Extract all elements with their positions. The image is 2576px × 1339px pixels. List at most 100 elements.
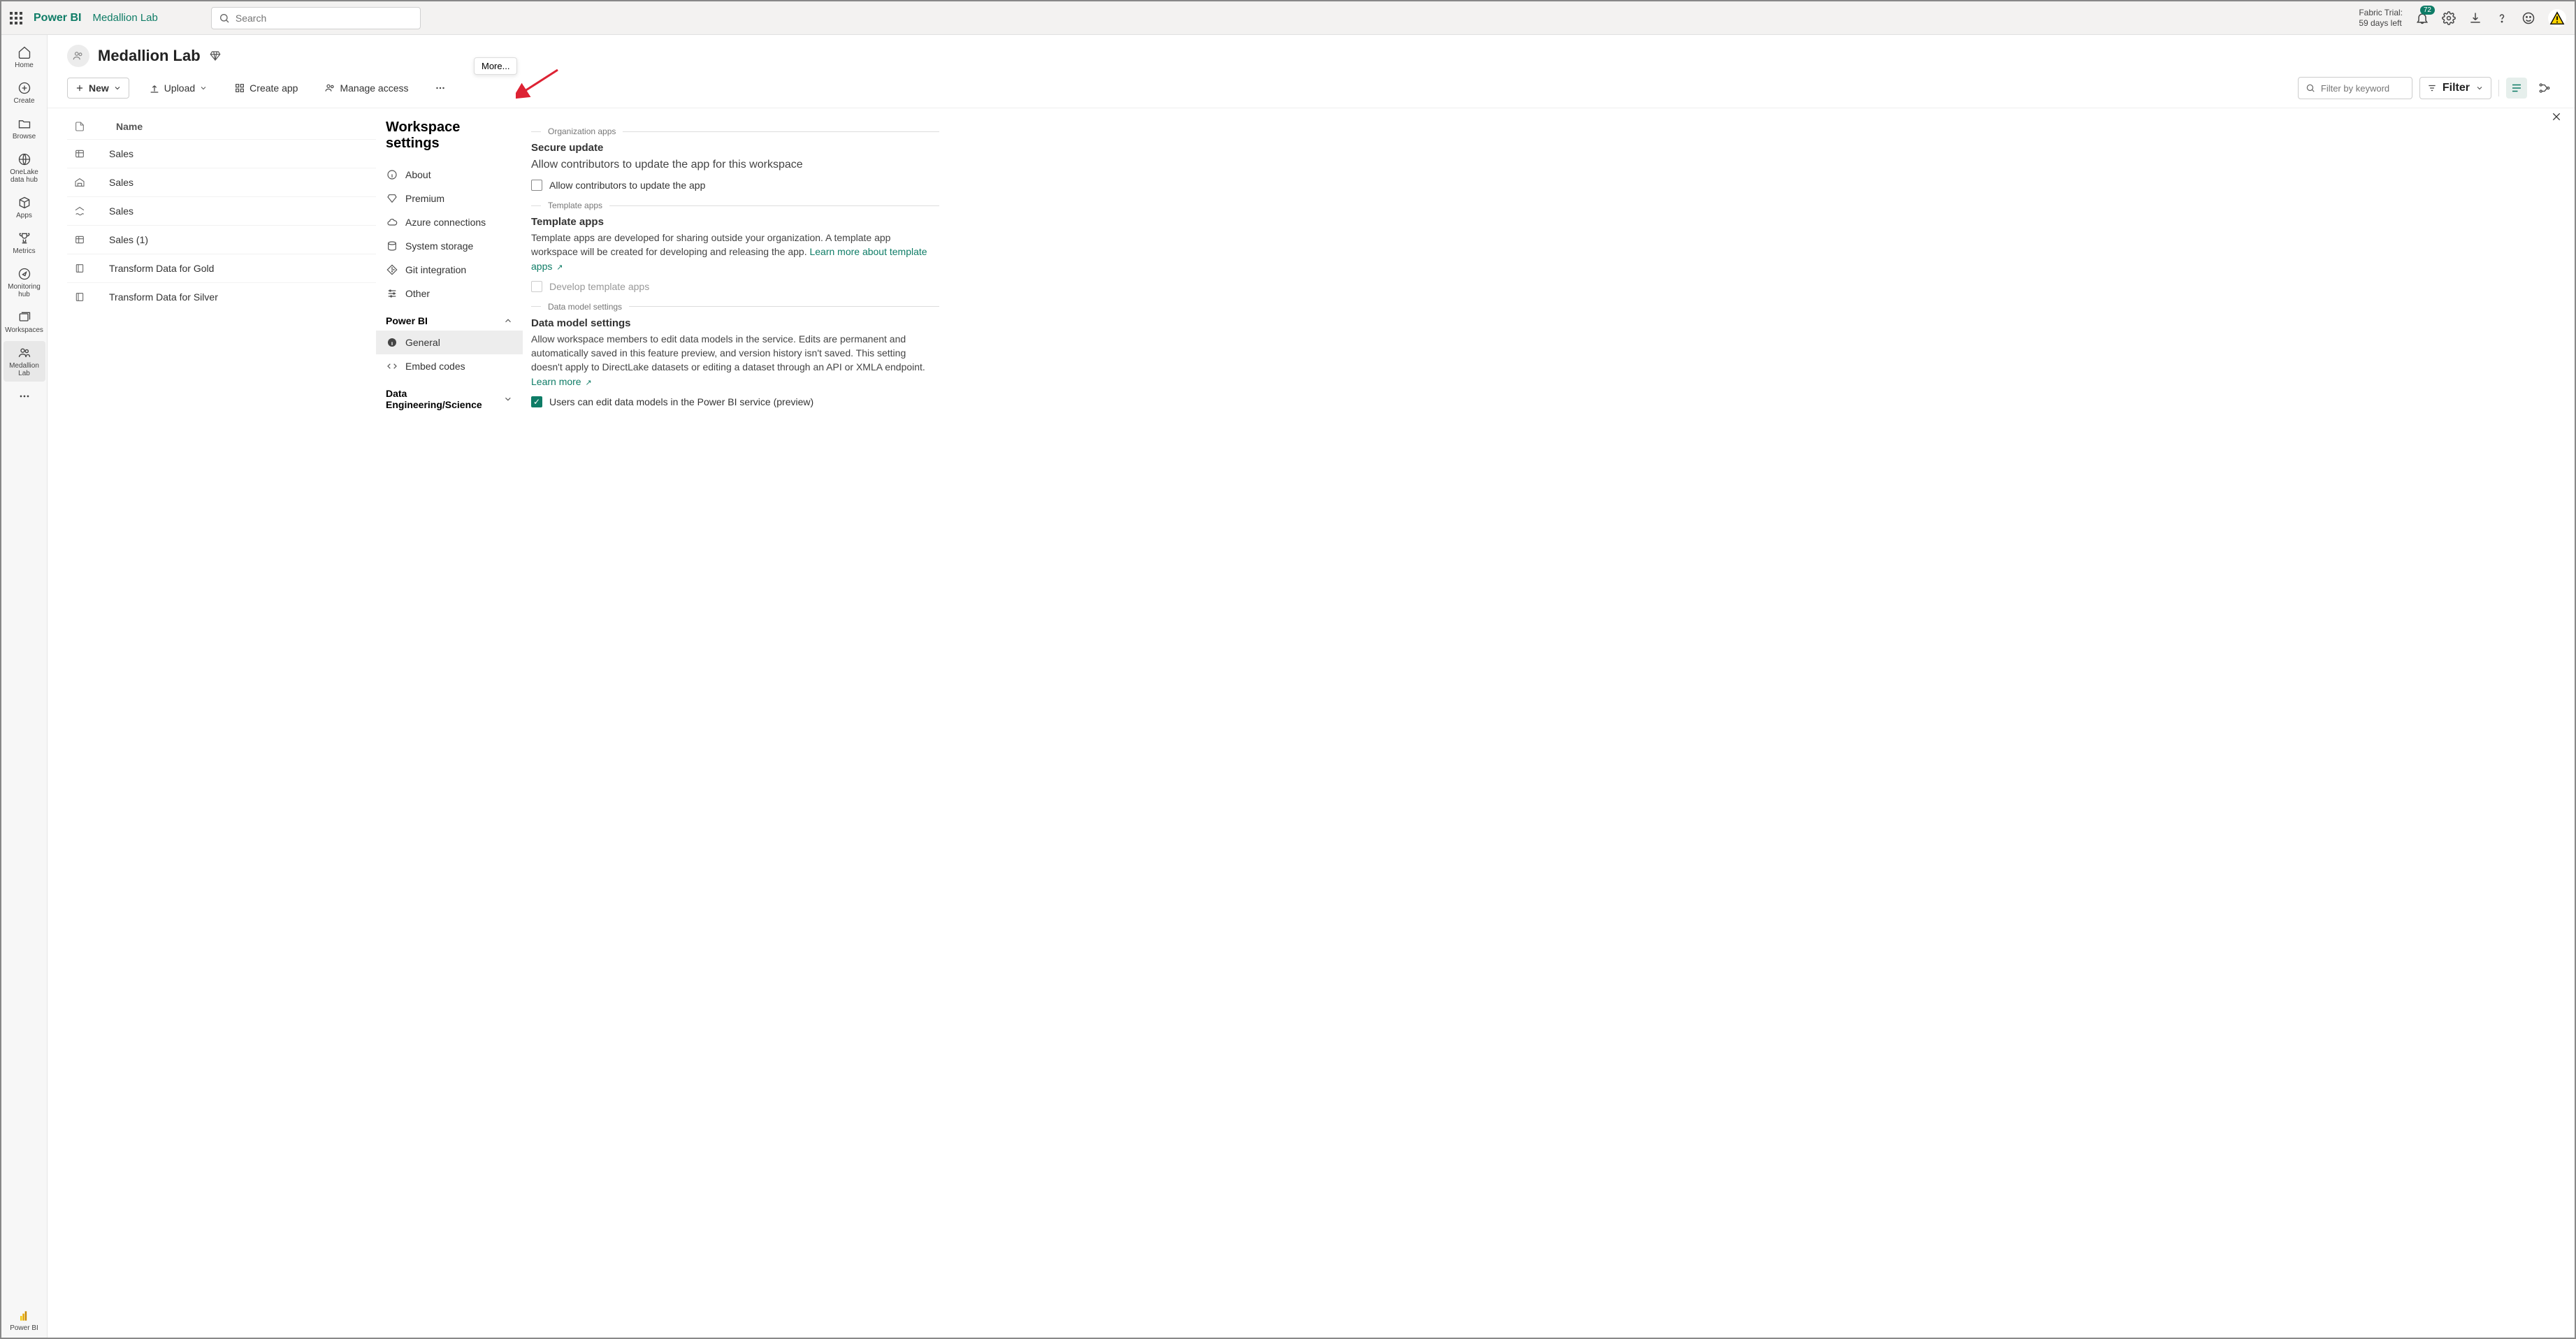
nav-storage[interactable]: System storage [376, 234, 523, 258]
list-view-button[interactable] [2506, 78, 2527, 99]
nav-create[interactable]: Create [3, 76, 45, 109]
nav-azure[interactable]: Azure connections [376, 210, 523, 234]
close-icon [2551, 111, 2562, 122]
external-link-icon: ↗ [556, 263, 563, 272]
more-button[interactable] [428, 78, 452, 99]
download-button[interactable] [2468, 11, 2482, 25]
search-icon [219, 13, 230, 24]
notebook-icon [74, 263, 87, 274]
breadcrumb-workspace[interactable]: Medallion Lab [92, 12, 157, 24]
nav-general[interactable]: General [376, 331, 523, 354]
develop-template-label: Develop template apps [549, 281, 649, 292]
data-model-learn-more-link[interactable]: Learn more ↗ [531, 376, 592, 387]
search-icon [2306, 83, 2315, 93]
left-nav-rail: Home Create Browse OneLake data hub Apps… [1, 35, 48, 1338]
settings-button[interactable] [2442, 11, 2456, 25]
help-button[interactable] [2495, 11, 2509, 25]
create-app-button[interactable]: Create app [227, 78, 305, 98]
diamond-icon [386, 193, 398, 204]
code-icon [386, 361, 398, 372]
people-icon [324, 82, 335, 94]
top-bar: Power BI Medallion Lab Fabric Trial: 59 … [1, 1, 2575, 35]
nav-apps[interactable]: Apps [3, 191, 45, 224]
trophy-icon [17, 231, 31, 245]
feedback-button[interactable] [2521, 11, 2535, 25]
new-button[interactable]: New [67, 78, 129, 99]
settings-nav: Workspace settings About Premium Azure c… [376, 108, 523, 1338]
settings-body: Organization apps Secure update Allow co… [523, 108, 956, 1338]
upload-icon [149, 82, 160, 94]
template-apps-desc: Template apps are developed for sharing … [531, 231, 939, 274]
nav-metrics[interactable]: Metrics [3, 226, 45, 259]
account-warning[interactable] [2548, 9, 2566, 27]
home-icon [17, 45, 31, 59]
list-item[interactable]: Transform Data for Silver [67, 282, 376, 311]
cloud-icon [386, 217, 398, 228]
brand-label: Power BI [34, 12, 81, 24]
list-item[interactable]: Sales (1) [67, 225, 376, 254]
nav-about[interactable]: About [376, 163, 523, 187]
close-button[interactable] [2551, 111, 2562, 122]
more-tooltip: More... [474, 57, 517, 75]
manage-access-button[interactable]: Manage access [317, 78, 415, 98]
package-icon [17, 196, 31, 210]
folder-icon [17, 117, 31, 131]
sliders-icon [386, 288, 398, 299]
nav-section-powerbi[interactable]: Power BI [376, 305, 523, 331]
filter-dropdown[interactable]: Filter [2419, 77, 2491, 99]
gear-icon [2442, 11, 2456, 25]
workspace-avatar [67, 45, 89, 67]
chevron-down-icon [199, 84, 208, 92]
edit-data-models-checkbox[interactable]: ✓ [531, 396, 542, 407]
upload-button[interactable]: Upload [142, 78, 215, 98]
edit-data-models-label: Users can edit data models in the Power … [549, 396, 813, 407]
compass-icon [17, 267, 31, 281]
lineage-view-button[interactable] [2534, 78, 2555, 99]
secure-update-heading: Secure update [531, 142, 939, 154]
nav-workspaces[interactable]: Workspaces [3, 305, 45, 338]
nav-browse[interactable]: Browse [3, 112, 45, 145]
warning-icon [2549, 10, 2565, 26]
smiley-icon [2521, 11, 2535, 25]
global-search[interactable] [211, 7, 421, 29]
download-icon [2468, 11, 2482, 25]
database-icon [386, 240, 398, 252]
workspace-item-list: Name Sales Sales Sales [48, 108, 376, 1338]
list-icon [2510, 82, 2523, 94]
people-icon [72, 50, 85, 62]
premium-diamond-icon[interactable] [209, 50, 222, 62]
section-template-apps: Template apps [531, 201, 939, 210]
nav-onelake[interactable]: OneLake data hub [3, 147, 45, 188]
nav-other[interactable]: Other [376, 282, 523, 305]
nav-more[interactable] [3, 384, 45, 408]
column-name[interactable]: Name [116, 121, 143, 132]
workspace-settings-panel: Workspace settings About Premium Azure c… [376, 108, 2575, 1338]
list-item[interactable]: Sales [67, 196, 376, 225]
chevron-down-icon [503, 394, 513, 404]
list-item[interactable]: Sales [67, 168, 376, 196]
nav-git[interactable]: Git integration [376, 258, 523, 282]
nav-current-workspace[interactable]: Medallion Lab [3, 341, 45, 382]
workspace-header: Medallion Lab [48, 35, 2575, 74]
globe-icon [17, 152, 31, 166]
nav-monitoring[interactable]: Monitoring hub [3, 262, 45, 303]
app-launcher-icon[interactable] [10, 12, 22, 24]
list-item[interactable]: Transform Data for Gold [67, 254, 376, 282]
notifications-button[interactable]: 72 [2415, 11, 2429, 25]
allow-contributors-checkbox[interactable] [531, 180, 542, 191]
data-model-heading: Data model settings [531, 317, 939, 329]
nav-premium[interactable]: Premium [376, 187, 523, 210]
ellipsis-icon [17, 389, 31, 403]
nav-section-de[interactable]: Data Engineering/Science [376, 378, 523, 414]
stack-icon [17, 310, 31, 324]
trial-status: Fabric Trial: 59 days left [2359, 8, 2403, 28]
git-icon [386, 264, 398, 275]
chevron-up-icon [503, 316, 513, 326]
nav-embed[interactable]: Embed codes [376, 354, 523, 378]
search-input[interactable] [236, 13, 413, 24]
filter-keyword-input[interactable] [2298, 77, 2412, 99]
info-filled-icon [386, 337, 398, 348]
nav-home[interactable]: Home [3, 41, 45, 73]
list-item[interactable]: Sales [67, 139, 376, 168]
nav-powerbi-switcher[interactable]: Power BI [10, 1309, 38, 1338]
